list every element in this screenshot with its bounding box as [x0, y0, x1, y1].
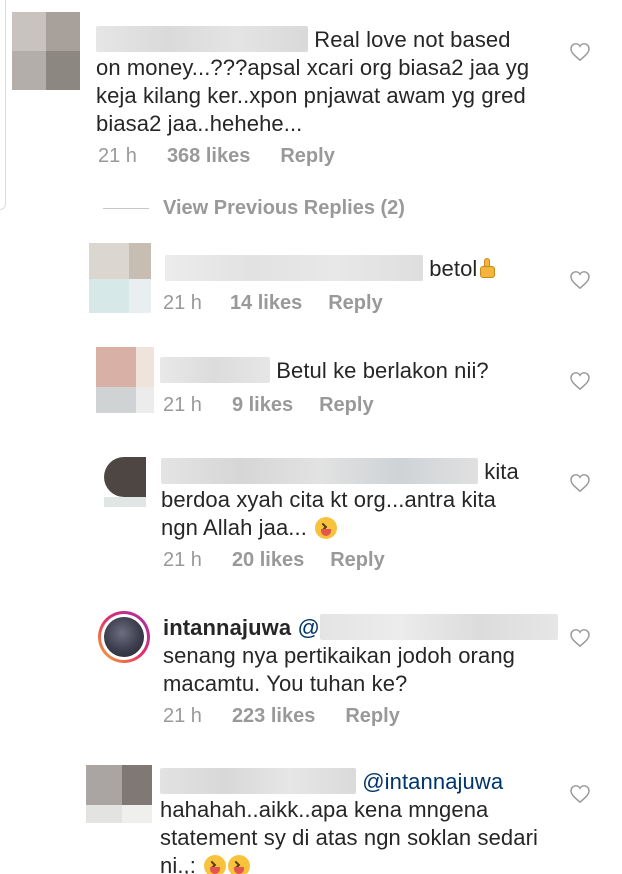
comment-time: 21 h: [163, 394, 202, 416]
likes-count[interactable]: 9 likes: [232, 394, 293, 417]
likes-count[interactable]: 223 likes: [232, 705, 315, 728]
avatar-blurred[interactable]: [96, 347, 154, 413]
avatar-blurred[interactable]: [89, 243, 151, 313]
comment-time: 21 h: [163, 705, 202, 727]
comment-text: intannajuwa @ senang nya pertikaikan jod…: [163, 614, 563, 698]
comment-meta: 21 h 20 likes Reply: [163, 549, 385, 572]
comment-meta: 21 h 368 likes Reply: [98, 145, 335, 168]
tongue-wink-emoji: [204, 855, 227, 874]
likes-count[interactable]: 14 likes: [230, 292, 302, 315]
username[interactable]: intannajuwa: [163, 615, 291, 640]
comment-meta: 21 h 9 likes Reply: [163, 394, 374, 417]
tongue-wink-emoji: [228, 855, 251, 874]
like-heart-icon[interactable]: [570, 372, 590, 392]
avatar-blurred[interactable]: [86, 765, 152, 823]
comment-text: betol: [165, 255, 565, 283]
comment-text: Betul ke berlakon nii?: [160, 357, 560, 385]
comment-time: 21 h: [98, 145, 137, 167]
previous-panel-edge: [0, 0, 6, 210]
tongue-wink-emoji: [315, 517, 338, 539]
reply-button[interactable]: Reply: [280, 145, 334, 168]
like-heart-icon[interactable]: [570, 271, 590, 291]
comment-time: 21 h: [163, 549, 202, 571]
blurred-username[interactable]: [165, 255, 423, 281]
reply-button[interactable]: Reply: [330, 549, 384, 572]
divider: [103, 208, 149, 209]
comment-text: kita berdoa xyah cita kt org...antra kit…: [161, 458, 519, 540]
blurred-username[interactable]: [96, 26, 308, 52]
reply-button[interactable]: Reply: [319, 394, 373, 417]
reply-button[interactable]: Reply: [328, 292, 382, 315]
blurred-mention[interactable]: [319, 614, 558, 640]
likes-count[interactable]: 368 likes: [167, 145, 250, 168]
like-heart-icon[interactable]: [570, 629, 590, 649]
avatar-blurred[interactable]: [104, 457, 146, 507]
blurred-username[interactable]: [161, 458, 478, 484]
like-heart-icon[interactable]: [570, 474, 590, 494]
avatar-story-ring[interactable]: [98, 611, 150, 663]
comment-text: @intannajuwa hahahah..aikk..apa kena mng…: [160, 768, 570, 874]
like-heart-icon[interactable]: [570, 785, 590, 805]
likes-count[interactable]: 20 likes: [232, 549, 304, 572]
reply-button[interactable]: Reply: [345, 705, 399, 728]
view-previous-replies-label: View Previous Replies (2): [163, 197, 405, 219]
blurred-username[interactable]: [160, 768, 356, 794]
comment-meta: 21 h 14 likes Reply: [163, 292, 383, 315]
avatar-blurred[interactable]: [12, 12, 80, 90]
blurred-username[interactable]: [160, 357, 270, 383]
comment-meta: 21 h 223 likes Reply: [163, 705, 400, 728]
thumbs-up-icon: [477, 257, 497, 279]
mention-link[interactable]: @intannajuwa: [362, 769, 503, 794]
comment-time: 21 h: [163, 292, 202, 314]
like-heart-icon[interactable]: [570, 43, 590, 63]
view-previous-replies[interactable]: View Previous Replies (2): [103, 197, 405, 220]
comment-text: Real love not based on money...???apsal …: [96, 26, 530, 136]
